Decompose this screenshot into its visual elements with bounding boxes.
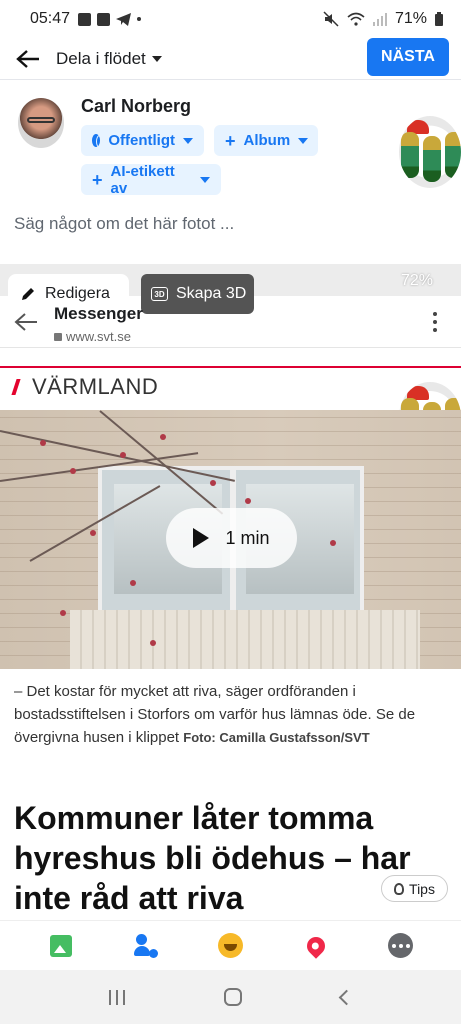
notification-icons <box>78 12 142 26</box>
tag-people-button[interactable] <box>132 932 160 960</box>
photo-caption: – Det kostar för mycket att riva, säger … <box>14 680 454 749</box>
ai-label-button[interactable]: + AI-etikett av <box>81 162 221 197</box>
tips-badge: Tips <box>381 875 448 902</box>
audience-label: Offentligt <box>108 132 175 149</box>
tips-label: Tips <box>409 880 435 897</box>
plus-icon: + <box>225 130 236 151</box>
status-bar: 05:47 71% <box>0 0 461 38</box>
feeling-icon <box>218 933 243 958</box>
attached-photo: 72% Redigera 3D Skapa 3D Messenger www.s… <box>0 264 461 920</box>
region-text: VÄRMLAND <box>32 374 159 399</box>
photo-video-icon <box>49 934 72 957</box>
user-name: Carl Norberg <box>81 96 192 116</box>
header-title: Dela i flödet <box>56 48 146 68</box>
post-actions-bar <box>0 920 461 970</box>
check-notification-icon <box>97 12 111 26</box>
embedded-nav-title: Messenger <box>54 304 143 323</box>
chevron-down-icon <box>151 55 162 62</box>
embedded-browser-bar: Messenger www.svt.se <box>0 296 461 348</box>
mute-icon <box>323 11 339 27</box>
arrow-left-icon <box>14 313 37 331</box>
wifi-icon <box>347 12 365 26</box>
embedded-url: www.svt.se <box>54 329 131 344</box>
arrow-left-icon <box>16 49 39 68</box>
more-options-button[interactable] <box>387 932 415 960</box>
plus-icon: + <box>92 169 103 190</box>
share-destination-dropdown[interactable]: Dela i flödet <box>56 49 162 69</box>
battery-icon <box>435 12 443 26</box>
lock-icon <box>54 332 62 341</box>
chevron-down-icon <box>298 137 309 144</box>
system-back-button[interactable] <box>338 989 354 1005</box>
globe-icon <box>92 134 104 148</box>
back-button[interactable] <box>14 45 42 73</box>
share-header: Dela i flödet NÄSTA <box>0 38 461 80</box>
region-label: VÄRMLAND <box>11 374 159 400</box>
svt-slash-icon <box>11 379 21 395</box>
lightbulb-icon <box>394 882 405 895</box>
system-nav-bar <box>0 970 461 1024</box>
more-notifications-icon <box>137 17 142 21</box>
play-video-button: 1 min <box>166 508 297 568</box>
sticker-icon[interactable] <box>399 116 461 188</box>
video-duration: 1 min <box>225 527 270 548</box>
album-label: Album <box>243 132 291 149</box>
tag-people-icon <box>133 933 158 958</box>
play-icon <box>193 528 210 548</box>
chevron-down-icon <box>200 176 210 183</box>
more-icon <box>388 933 413 958</box>
article-photo: 1 min <box>0 410 461 669</box>
kebab-menu-icon <box>433 312 437 332</box>
ai-label: AI-etikett av <box>110 162 175 197</box>
home-button[interactable] <box>223 988 242 1006</box>
chevron-down-icon <box>183 137 193 144</box>
signal-icon <box>372 12 387 26</box>
gallery-notification-icon <box>78 12 92 26</box>
album-button[interactable]: + Album <box>214 125 318 156</box>
audience-button[interactable]: Offentligt <box>81 125 204 156</box>
status-time: 05:47 <box>30 10 71 27</box>
url-text: www.svt.se <box>66 329 132 344</box>
battery-percent: 71% <box>394 10 427 27</box>
caption-input[interactable]: Säg något om det här fotot ... <box>14 214 234 234</box>
photo-video-button[interactable] <box>47 932 75 960</box>
svt-divider <box>0 366 461 368</box>
recents-button[interactable] <box>109 989 126 1005</box>
check-in-button[interactable] <box>302 932 330 960</box>
telegram-icon <box>116 12 132 26</box>
next-button[interactable]: NÄSTA <box>367 38 449 76</box>
photo-credit: Foto: Camilla Gustafsson/SVT <box>183 730 370 745</box>
balcony-railing <box>70 610 420 669</box>
embedded-battery: 72% <box>400 272 433 289</box>
system-icons: 71% <box>323 10 443 28</box>
check-in-icon <box>302 932 329 959</box>
feeling-button[interactable] <box>217 932 245 960</box>
avatar <box>18 98 64 148</box>
